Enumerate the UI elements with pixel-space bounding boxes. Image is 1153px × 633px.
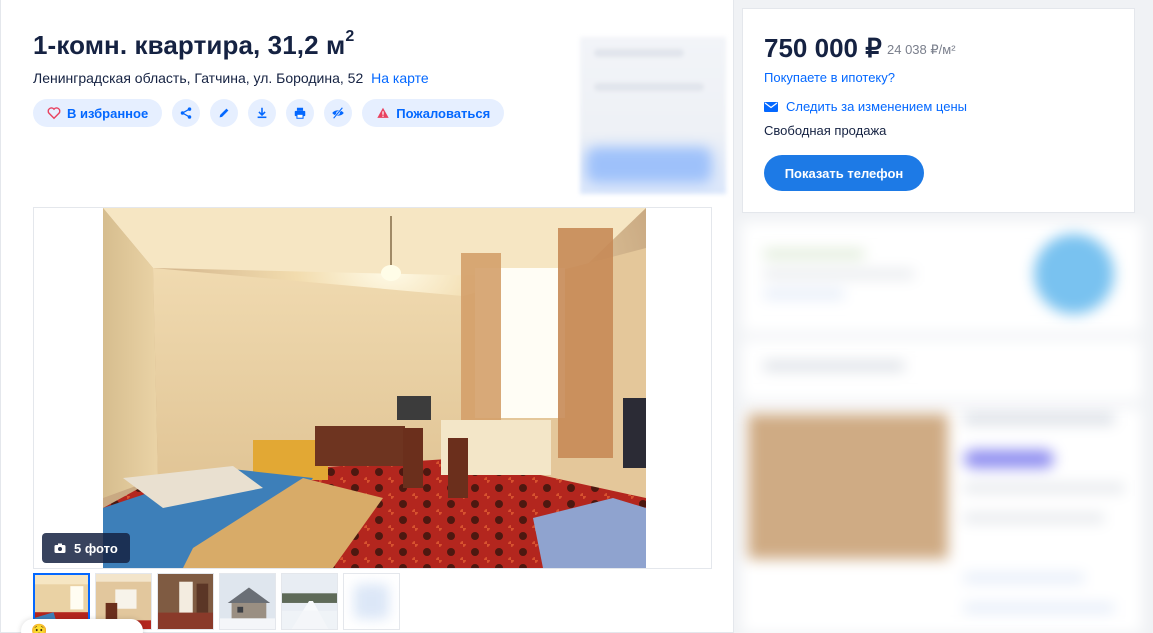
favorite-button[interactable]: В избранное <box>33 99 163 127</box>
page-title: 1-комн. квартира, 31,2 м2 <box>33 28 355 60</box>
download-icon <box>257 107 267 119</box>
sidebar-blurred-content <box>734 214 1153 633</box>
complain-button[interactable]: Пожаловаться <box>362 99 505 127</box>
photo-count-label: 5 фото <box>74 540 118 556</box>
share-icon <box>180 107 192 119</box>
advertisement-blurred <box>580 37 726 194</box>
follow-price-link[interactable]: Следить за изменением цены <box>764 99 967 114</box>
listing-main-card: 1-комн. квартира, 31,2 м2 Ленинградская … <box>0 0 734 633</box>
hide-button[interactable] <box>324 99 353 127</box>
emoji-icon: 😟 <box>31 623 48 633</box>
pencil-icon <box>219 108 229 118</box>
hide-icon <box>332 107 344 119</box>
favorite-label: В избранное <box>67 105 149 121</box>
sale-type: Свободная продажа <box>764 123 887 138</box>
download-button[interactable] <box>248 99 277 127</box>
thumbnail[interactable] <box>343 573 400 630</box>
mortgage-link[interactable]: Покупаете в ипотеку? <box>764 70 895 85</box>
heart-icon <box>47 107 61 120</box>
thumbnail[interactable] <box>157 573 214 630</box>
show-phone-button[interactable]: Показать телефон <box>764 155 924 191</box>
price-per-meter: 24 038 ₽/м² <box>887 42 956 57</box>
thumbnail[interactable] <box>219 573 276 630</box>
envelope-icon <box>764 101 778 112</box>
price: 750 000 ₽ <box>764 33 882 63</box>
follow-price-label: Следить за изменением цены <box>786 99 967 114</box>
warning-icon <box>377 107 389 118</box>
complain-label: Пожаловаться <box>396 105 491 121</box>
camera-icon <box>54 543 66 553</box>
share-button[interactable] <box>172 99 201 127</box>
thumbnail[interactable] <box>281 573 338 630</box>
edit-button[interactable] <box>210 99 239 127</box>
map-link[interactable]: На карте <box>371 70 429 86</box>
photo-count-badge[interactable]: 5 фото <box>42 533 130 563</box>
bottom-floating-chip[interactable]: 😟 <box>21 619 143 633</box>
address-text: Ленинградская область, Гатчина, ул. Боро… <box>33 70 364 86</box>
action-bar: В избранное Пожаловаться <box>33 99 505 127</box>
price-card: 750 000 ₽ 24 038 ₽/м² Покупаете в ипотек… <box>742 8 1135 213</box>
main-photo[interactable] <box>103 208 646 568</box>
print-icon <box>294 107 306 119</box>
listing-address: Ленинградская область, Гатчина, ул. Боро… <box>33 70 429 86</box>
print-button[interactable] <box>286 99 315 127</box>
photo-gallery: 5 фото <box>33 207 712 569</box>
